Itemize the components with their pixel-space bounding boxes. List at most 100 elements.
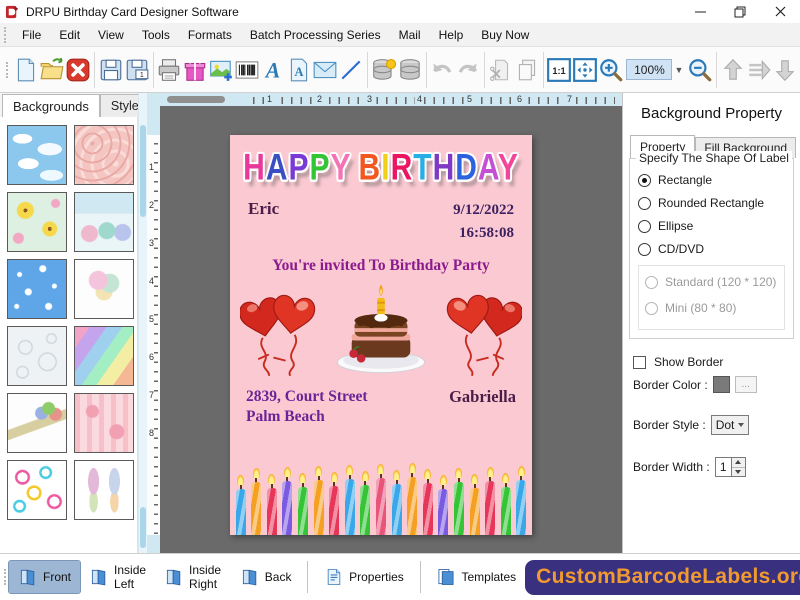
inside-right-button[interactable]: Inside Right bbox=[155, 557, 231, 597]
background-thumbnail-floral-pink[interactable] bbox=[74, 125, 134, 185]
front-button[interactable]: Front bbox=[9, 561, 80, 593]
database-button[interactable] bbox=[397, 53, 423, 87]
zoom-fit-button[interactable] bbox=[572, 53, 598, 87]
show-border-option[interactable]: Show Border bbox=[633, 355, 790, 369]
tab-backgrounds[interactable]: Backgrounds bbox=[2, 94, 100, 117]
horizontal-ruler-number: 6 bbox=[515, 94, 524, 104]
card-title-letter: P bbox=[289, 148, 310, 188]
copy-button[interactable] bbox=[514, 53, 540, 87]
insert-image-icon bbox=[208, 57, 234, 83]
radio-icon[interactable] bbox=[638, 197, 651, 210]
background-thumbnail-clouds-blue[interactable] bbox=[7, 125, 67, 185]
background-thumbnail-happy-birthday[interactable] bbox=[7, 393, 67, 453]
card-recipient-name[interactable]: Eric bbox=[248, 199, 279, 246]
menu-mail[interactable]: Mail bbox=[390, 24, 430, 46]
font-button[interactable]: A bbox=[260, 53, 286, 87]
background-thumbnail-daisies-mint[interactable] bbox=[7, 192, 67, 252]
border-style-select[interactable]: Dot bbox=[711, 415, 750, 435]
menu-tools[interactable]: Tools bbox=[133, 24, 179, 46]
card-sender-name[interactable]: Gabriella bbox=[449, 387, 516, 429]
backgrounds-scrollbar[interactable] bbox=[138, 93, 147, 553]
print-button[interactable] bbox=[156, 53, 182, 87]
menu-file[interactable]: File bbox=[13, 24, 50, 46]
background-thumbnail-tiedye-rainbow[interactable] bbox=[74, 326, 134, 386]
radio-icon[interactable] bbox=[638, 174, 651, 187]
horizontal-ruler-thumb[interactable] bbox=[167, 96, 225, 103]
border-color-swatch[interactable] bbox=[713, 376, 730, 393]
close-red-button[interactable] bbox=[65, 53, 91, 87]
back-button[interactable]: Back bbox=[231, 561, 301, 593]
card-title-letter: B bbox=[359, 148, 382, 188]
birthday-cake-image[interactable] bbox=[329, 283, 433, 379]
scrollbar-segment[interactable] bbox=[140, 507, 146, 548]
background-thumbnail-balloons-pastel[interactable] bbox=[74, 259, 134, 319]
border-width-stepper[interactable]: 1 bbox=[715, 457, 746, 477]
card-date[interactable]: 9/12/2022 bbox=[453, 202, 514, 218]
text-document-button[interactable]: A bbox=[286, 53, 312, 87]
barcode-button[interactable] bbox=[234, 53, 260, 87]
open-folder-button[interactable] bbox=[39, 53, 65, 87]
shape-option-rounded-rectangle[interactable]: Rounded Rectangle bbox=[638, 196, 785, 210]
zoom-in-button[interactable] bbox=[598, 53, 624, 87]
zoom-level-select[interactable]: 100%▼ bbox=[626, 59, 685, 80]
scrollbar-thumb[interactable] bbox=[140, 125, 146, 217]
save-button[interactable] bbox=[98, 53, 124, 87]
radio-icon[interactable] bbox=[638, 220, 651, 233]
border-color-picker-button[interactable]: ... bbox=[735, 376, 757, 393]
menu-edit[interactable]: Edit bbox=[50, 24, 89, 46]
inside-left-button[interactable]: Inside Left bbox=[80, 557, 155, 597]
background-thumbnail-teddy-pastel[interactable] bbox=[74, 192, 134, 252]
card-title-letter: D bbox=[455, 148, 478, 188]
radio-icon[interactable] bbox=[638, 243, 651, 256]
menu-batch-processing-series[interactable]: Batch Processing Series bbox=[241, 24, 390, 46]
shape-option-cd-dvd[interactable]: CD/DVD bbox=[638, 242, 785, 256]
shape-option-label: Ellipse bbox=[658, 219, 693, 233]
heart-balloons-left-image[interactable] bbox=[240, 283, 316, 379]
new-document-button[interactable] bbox=[13, 53, 39, 87]
restore-icon[interactable] bbox=[720, 0, 760, 23]
minimize-icon[interactable] bbox=[680, 0, 720, 23]
draw-line-button[interactable] bbox=[338, 53, 364, 87]
background-thumbnail-stars-blue[interactable] bbox=[7, 259, 67, 319]
database-new-button[interactable] bbox=[371, 53, 397, 87]
card-message[interactable]: You're invited To Birthday Party bbox=[230, 257, 532, 275]
menu-view[interactable]: View bbox=[89, 24, 133, 46]
menu-help[interactable]: Help bbox=[430, 24, 473, 46]
redo-button[interactable] bbox=[455, 53, 481, 87]
card-datetime[interactable]: 9/12/2022 16:58:08 bbox=[453, 199, 514, 246]
show-border-checkbox[interactable] bbox=[633, 356, 646, 369]
shape-option-ellipse[interactable]: Ellipse bbox=[638, 219, 785, 233]
background-thumbnail-hearts-pink[interactable] bbox=[74, 393, 134, 453]
card-title[interactable]: HAPPYBIRTHDAY bbox=[230, 148, 532, 189]
undo-button[interactable] bbox=[429, 53, 455, 87]
bring-forward-button[interactable] bbox=[746, 53, 772, 87]
mail-envelope-button[interactable] bbox=[312, 53, 338, 87]
cut-button[interactable] bbox=[488, 53, 514, 87]
candles-border-image[interactable] bbox=[230, 459, 532, 535]
zoom-actual-button[interactable]: 1:1 bbox=[546, 53, 572, 87]
zoom-dropdown-icon[interactable]: ▼ bbox=[672, 59, 685, 80]
templates-button[interactable]: Templates bbox=[427, 561, 525, 593]
background-thumbnail-flower-streamers[interactable] bbox=[74, 460, 134, 520]
move-up-button[interactable] bbox=[720, 53, 746, 87]
canvas-area[interactable]: 1234567 HAPPYBIRTHDAY Eric 9/12/2022 16:… bbox=[160, 93, 622, 553]
shape-option-rectangle[interactable]: Rectangle bbox=[638, 173, 785, 187]
menu-formats[interactable]: Formats bbox=[179, 24, 241, 46]
background-thumbnail-bubbles-white[interactable] bbox=[7, 326, 67, 386]
heart-balloons-right-image[interactable] bbox=[446, 283, 522, 379]
background-thumbnail-hearts-outline[interactable] bbox=[7, 460, 67, 520]
card-time[interactable]: 16:58:08 bbox=[459, 225, 514, 241]
zoom-out-button[interactable] bbox=[687, 53, 713, 87]
gift-button[interactable] bbox=[182, 53, 208, 87]
save-as-button[interactable]: 1 bbox=[124, 53, 150, 87]
insert-image-button[interactable] bbox=[208, 53, 234, 87]
zoom-level-value[interactable]: 100% bbox=[626, 59, 672, 80]
stepper-up-icon[interactable] bbox=[732, 458, 745, 467]
close-icon[interactable] bbox=[760, 0, 800, 23]
menu-buy-now[interactable]: Buy Now bbox=[472, 24, 538, 46]
stepper-down-icon[interactable] bbox=[732, 467, 745, 477]
properties-button[interactable]: Properties bbox=[315, 561, 413, 593]
move-down-button[interactable] bbox=[772, 53, 798, 87]
card-address[interactable]: 2839, Court Street Palm Beach bbox=[246, 387, 368, 429]
card-preview[interactable]: HAPPYBIRTHDAY Eric 9/12/2022 16:58:08 Yo… bbox=[230, 135, 532, 535]
